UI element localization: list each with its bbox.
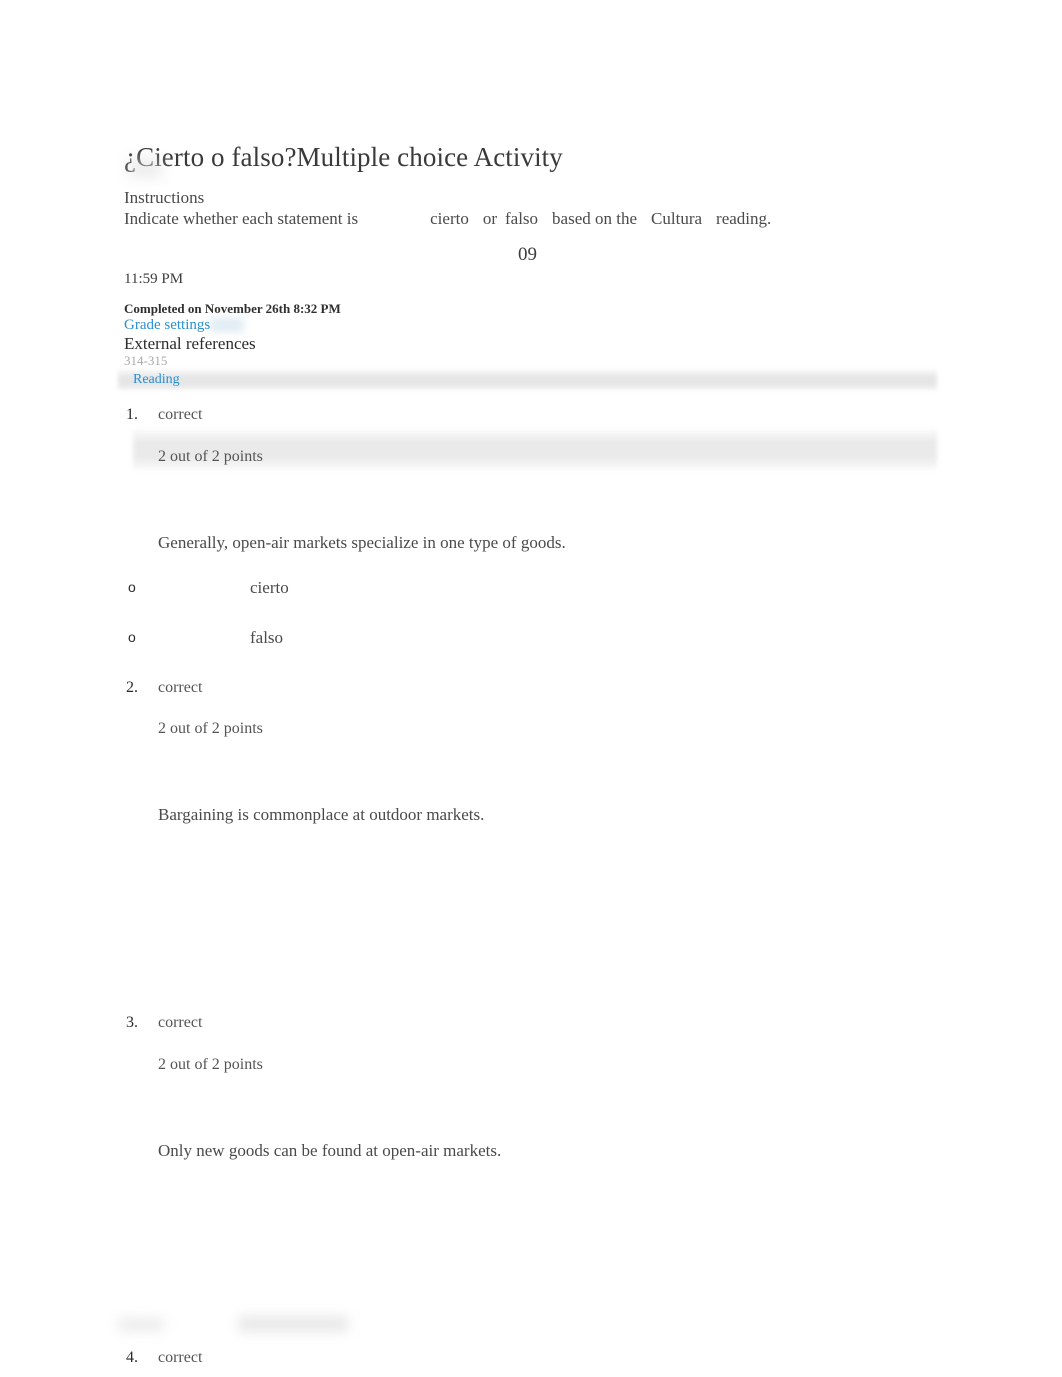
question-3-number: 3. [126,1014,138,1031]
instructions-text-part3: reading. [716,209,772,228]
blur-artifact-bottom-left [118,1318,164,1331]
instructions-heading: Instructions [124,188,205,207]
instructions-text-part1: Indicate whether each statement is [124,209,359,228]
reference-pages: 314-315 [124,353,168,368]
question-1-status: correct [158,406,203,423]
due-time: 11:59 PM [124,271,184,287]
question-2-statement: Bargaining is commonplace at outdoor mar… [158,805,485,824]
external-references-heading: External references [124,334,256,353]
question-4-number: 4. [126,1349,138,1366]
question-2-status: correct [158,679,203,696]
question-1-statement: Generally, open-air markets specialize i… [158,533,566,552]
instructions-text: Indicate whether each statement is cierto… [124,208,771,229]
term-cultura: Cultura [651,209,703,228]
instructions-text-part2: based on the [552,209,638,228]
question-4-status: correct [158,1349,203,1366]
page-title: ¿Cierto o falso?Multiple choice Activity [124,142,563,173]
completed-on-text: Completed on November 26th 8:32 PM [124,301,341,316]
question-1-option-1-marker[interactable]: o [128,578,136,596]
question-3-status: correct [158,1014,203,1031]
question-1-number: 1. [126,406,138,423]
question-1-option-1-label[interactable]: cierto [250,577,289,598]
term-falso: falso [505,209,539,228]
blur-artifact-title [128,158,162,178]
question-1-option-2-label[interactable]: falso [250,627,283,648]
instructions-conjunction: or [482,209,497,228]
term-cierto: cierto [430,209,469,228]
reading-band-background [118,369,937,389]
blur-artifact-bottom-mid [238,1316,348,1332]
grade-settings-highlight [210,318,244,332]
question-3-points: 2 out of 2 points [158,1056,263,1073]
question-1-points: 2 out of 2 points [158,448,263,465]
question-1-option-2-marker[interactable]: o [128,628,136,646]
document-page: ¿Cierto o falso?Multiple choice Activity… [0,0,1062,1377]
question-2-points: 2 out of 2 points [158,720,263,737]
due-number: 09 [518,244,537,265]
reading-link[interactable]: Reading [133,371,180,389]
question-2-number: 2. [126,679,138,696]
question-3-statement: Only new goods can be found at open-air … [158,1141,502,1160]
